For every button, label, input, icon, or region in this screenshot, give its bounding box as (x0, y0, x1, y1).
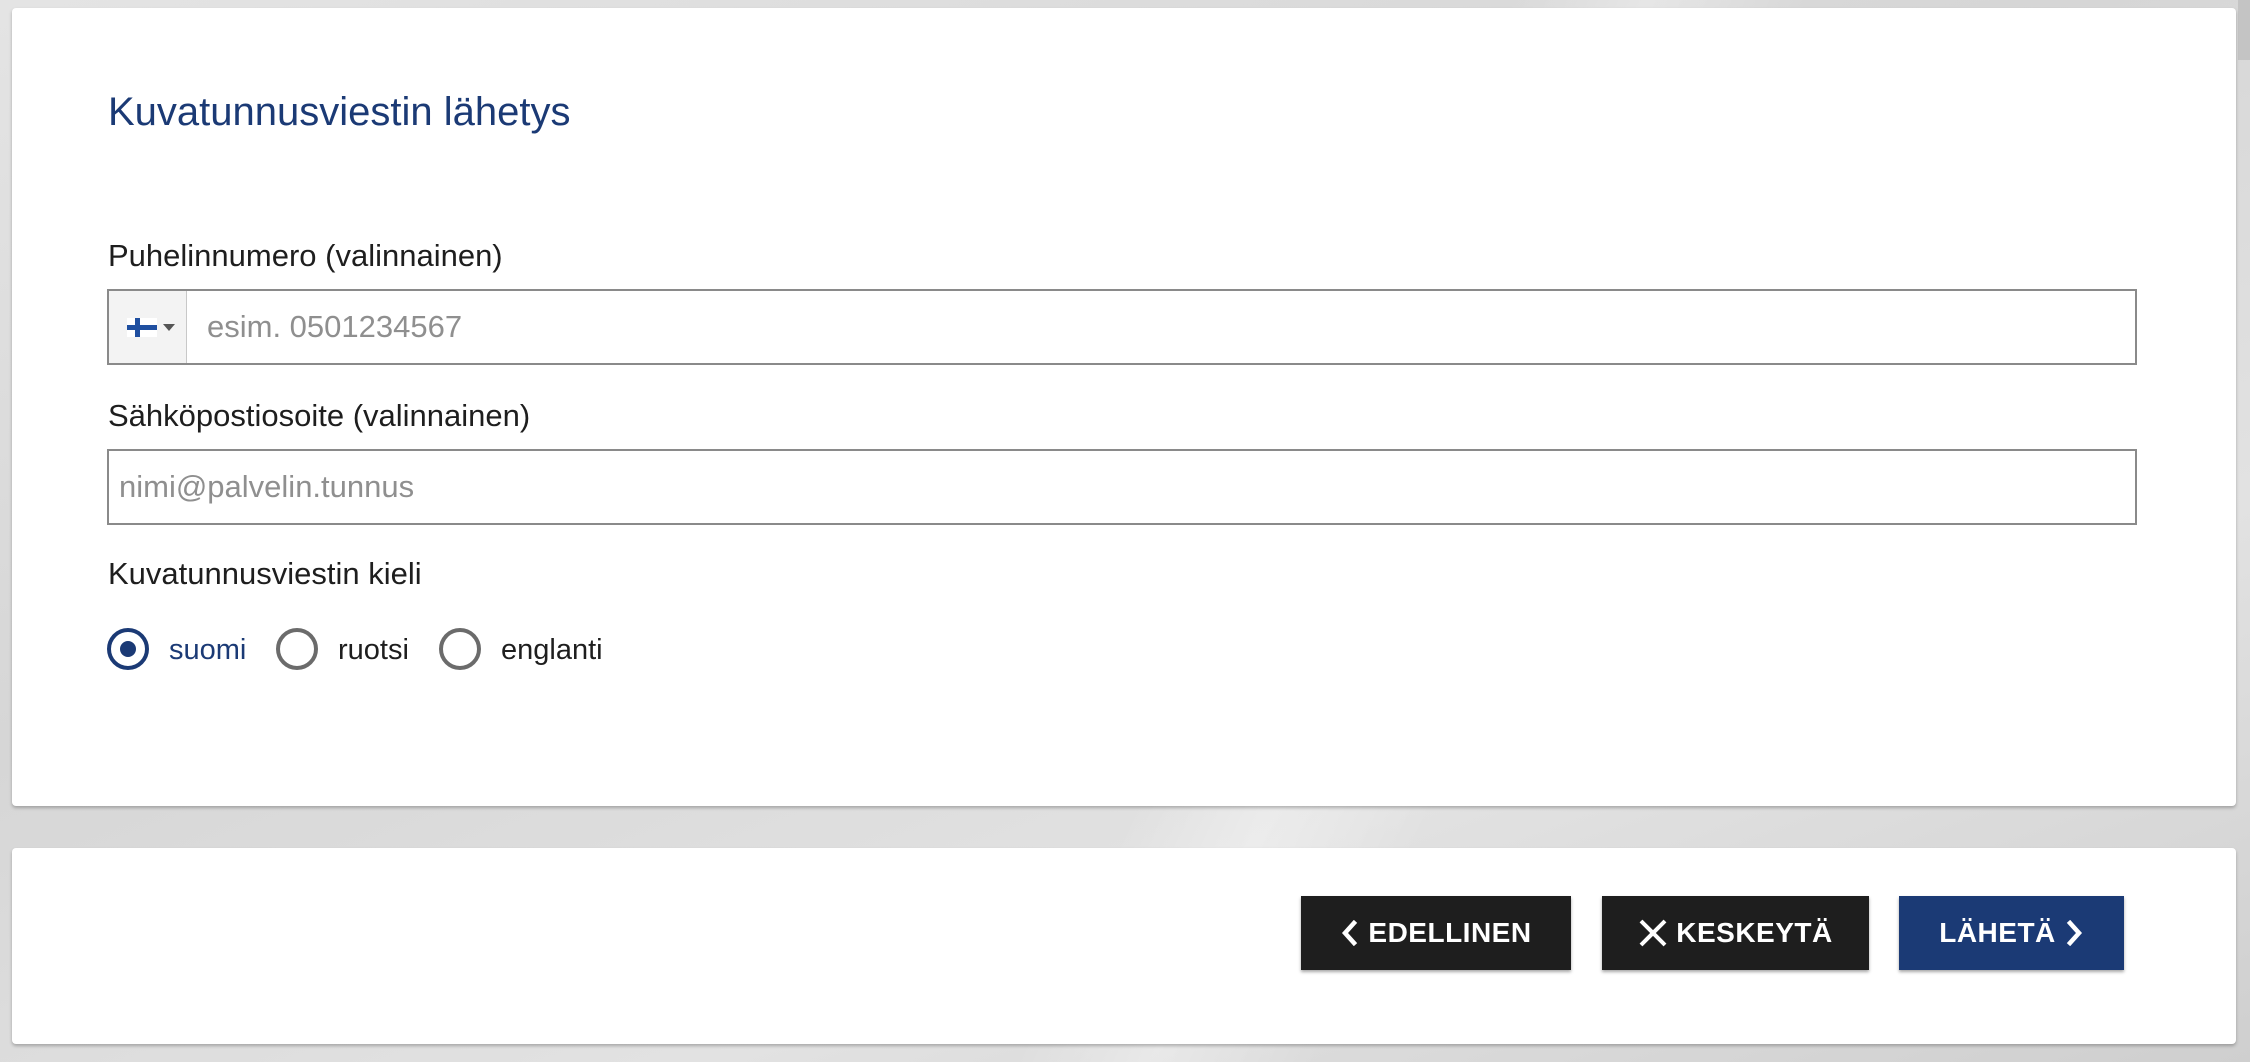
chevron-right-icon (2064, 920, 2084, 946)
country-code-select[interactable] (109, 291, 187, 363)
phone-field (107, 289, 2137, 365)
radio-label-ruotsi: ruotsi (338, 634, 409, 666)
radio-label-suomi: suomi (169, 634, 247, 666)
cancel-button[interactable]: KESKEYTÄ (1602, 896, 1869, 970)
close-icon (1638, 918, 1668, 948)
send-button[interactable]: LÄHETÄ (1899, 896, 2124, 970)
radio-button[interactable] (276, 628, 318, 670)
language-label: Kuvatunnusviestin kieli (108, 556, 422, 591)
previous-button-label: EDELLINEN (1368, 917, 1532, 948)
email-input[interactable] (109, 451, 2135, 523)
phone-label: Puhelinnumero (valinnainen) (108, 238, 503, 273)
page-title: Kuvatunnusviestin lähetys (108, 90, 571, 134)
email-label: Sähköpostiosoite (valinnainen) (108, 398, 531, 433)
actions-card: EDELLINEN KESKEYTÄ LÄHETÄ (12, 848, 2236, 1044)
phone-input[interactable] (199, 291, 2129, 363)
radio-dot (120, 641, 136, 657)
cancel-button-label: KESKEYTÄ (1676, 917, 1833, 948)
finland-flag-icon (127, 318, 157, 337)
form-card: Kuvatunnusviestin lähetys Puhelinnumero … (12, 8, 2236, 806)
radio-label-englanti: englanti (501, 634, 603, 666)
caret-down-icon (163, 324, 175, 331)
scrollbar[interactable] (2238, 0, 2250, 60)
previous-button[interactable]: EDELLINEN (1301, 896, 1571, 970)
radio-button-checked[interactable] (107, 628, 149, 670)
send-button-label: LÄHETÄ (1939, 917, 2056, 948)
radio-button[interactable] (439, 628, 481, 670)
chevron-left-icon (1340, 920, 1360, 946)
email-field (107, 449, 2137, 525)
